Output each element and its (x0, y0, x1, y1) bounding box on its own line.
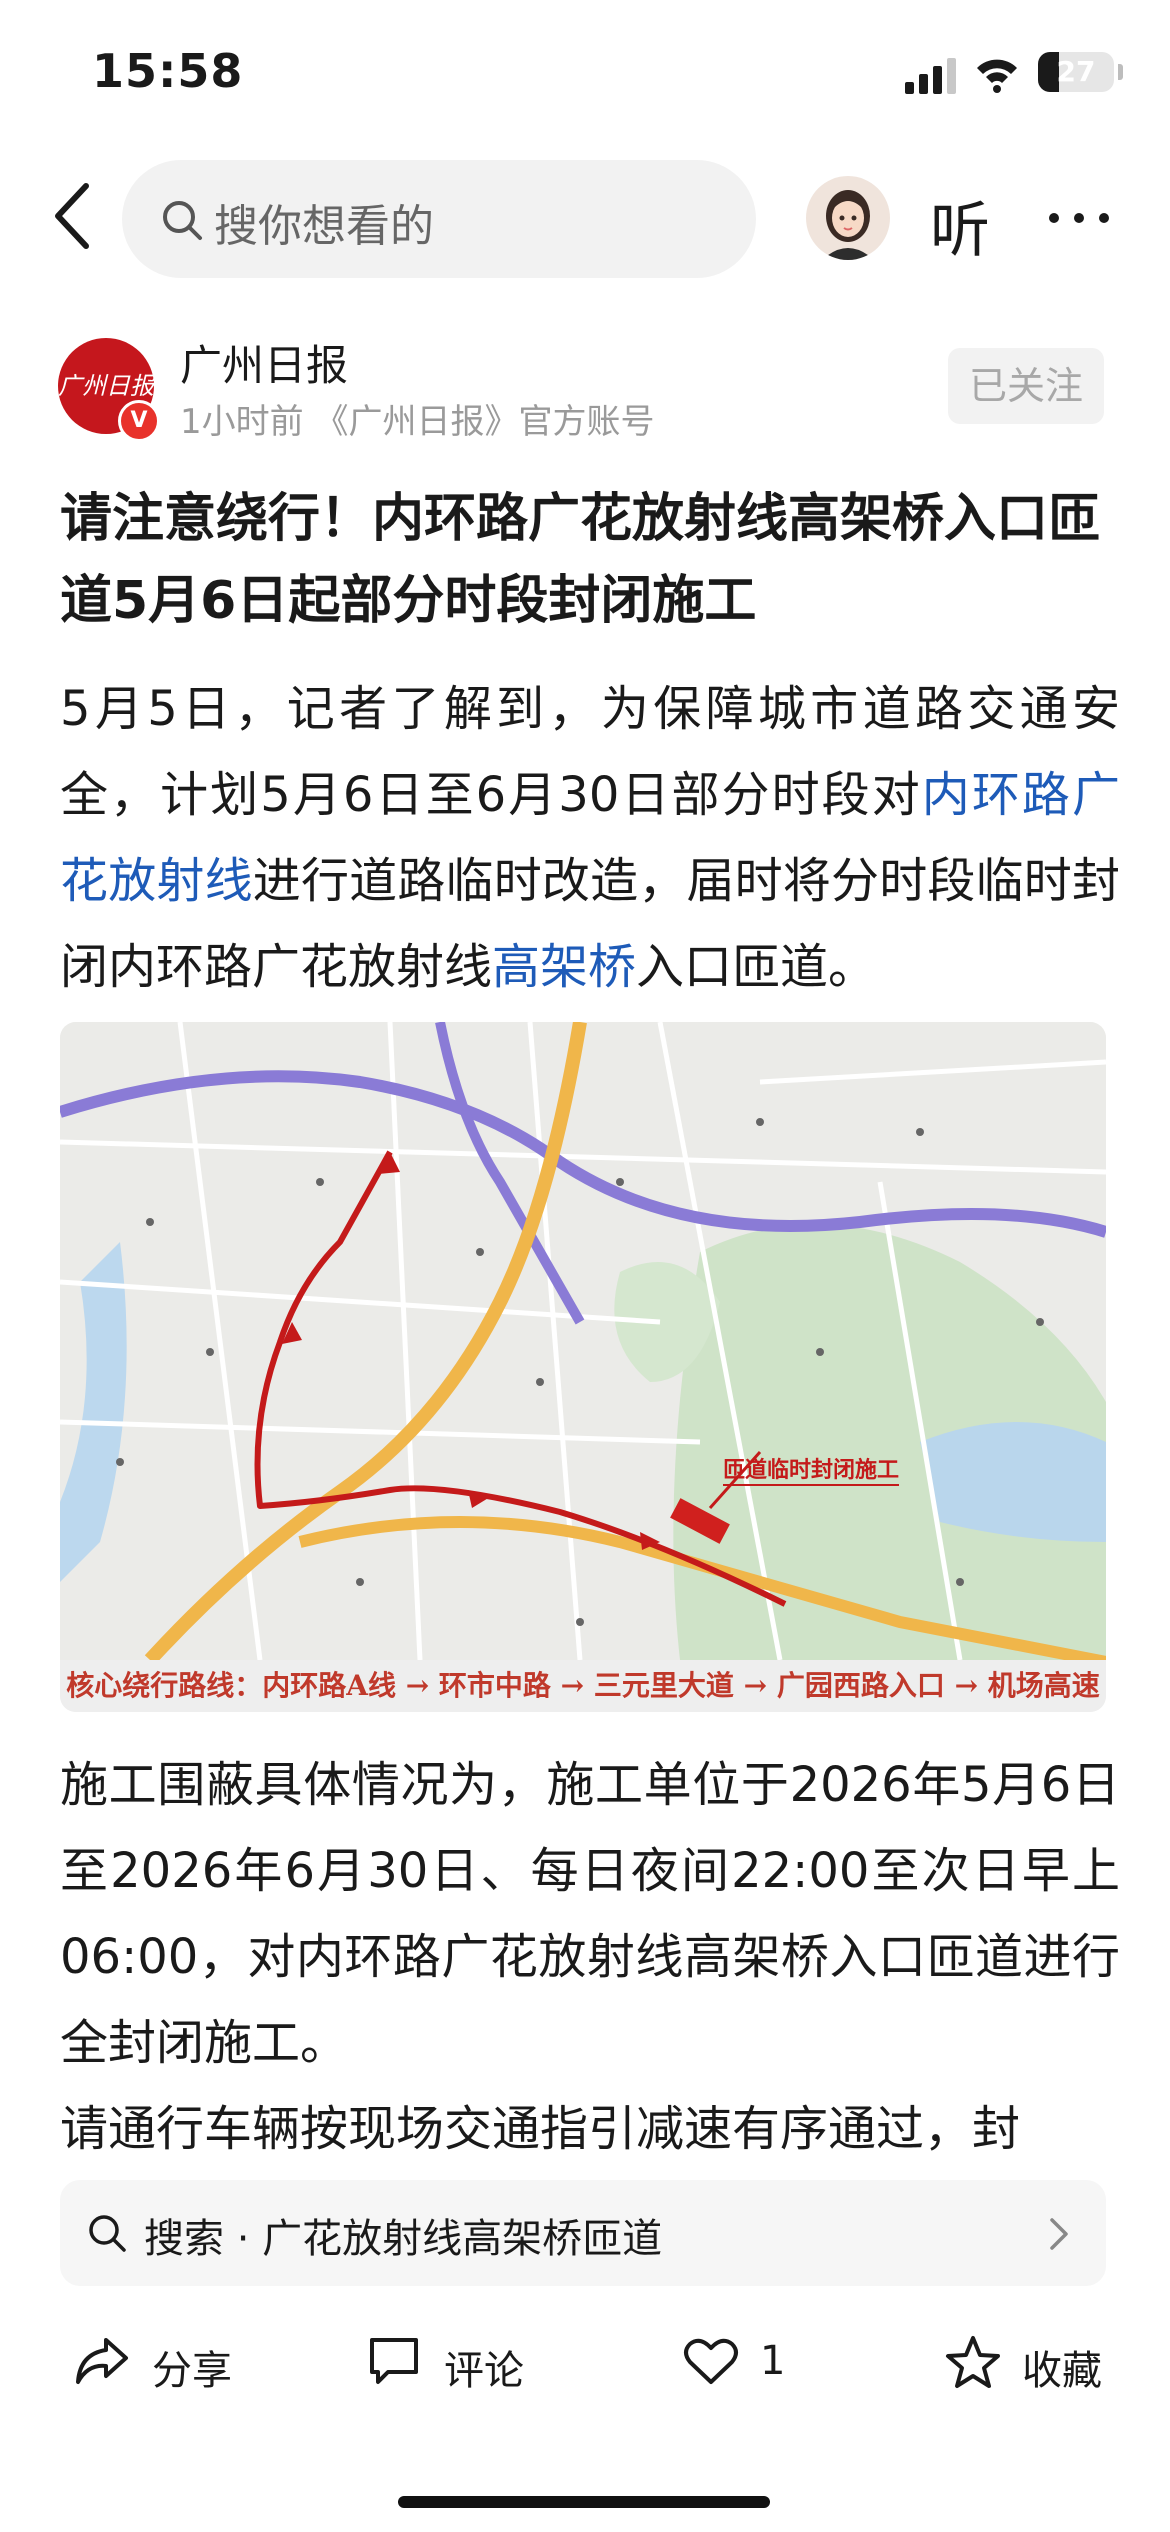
share-icon (76, 2338, 128, 2384)
status-time: 15:58 (92, 44, 244, 98)
author-meta: 1小时前 《广州日报》官方账号 (180, 402, 655, 442)
map-image[interactable]: 匝道临时封闭施工 核心绕行路线：内环路A线 → 环市中路 → 三元里大道 → 广… (60, 1022, 1106, 1712)
article-paragraph-2: 施工围蔽具体情况为，施工单位于2026年5月6日至2026年6月30日、每日夜间… (60, 1757, 1120, 2071)
like-button[interactable]: 1 (682, 2310, 822, 2410)
listen-button[interactable]: 听 (930, 182, 990, 269)
assistant-avatar[interactable] (806, 176, 890, 260)
comment-icon (370, 2338, 418, 2384)
author-name[interactable]: 广州日报 (180, 332, 348, 393)
battery-icon: 27 (1038, 52, 1114, 92)
more-icon[interactable] (1046, 210, 1112, 226)
article-title: 请注意绕行！内环路广花放射线高架桥入口匝道5月6日起部分时段封闭施工 (60, 489, 1101, 631)
share-label: 分享 (152, 2348, 232, 2394)
author-logo: 广州日报 (58, 372, 154, 400)
cellular-signal-icon (905, 58, 956, 94)
search-icon (89, 2215, 126, 2252)
battery-level: 27 (1056, 55, 1096, 88)
star-icon (946, 2336, 1000, 2388)
wifi-icon (977, 59, 1017, 93)
avatar-illustration (822, 190, 874, 260)
chevron-right-icon (1050, 2218, 1068, 2250)
article-paragraph-3: 请通行车辆按现场交通指引减速有序通过，封 (60, 2101, 1021, 2157)
share-button[interactable]: 分享 (74, 2310, 274, 2410)
like-count: 1 (760, 2338, 786, 2384)
favorite-button[interactable]: 收藏 (944, 2310, 1144, 2410)
follow-button[interactable]: 已关注 (948, 348, 1104, 424)
map-graphic (60, 1022, 1106, 1660)
suggestion-text: 搜索 · 广花放射线高架桥匝道 (144, 2216, 663, 2262)
map-closure-annotation: 匝道临时封闭施工 (723, 1452, 900, 1486)
search-icon (163, 201, 202, 240)
comment-label: 评论 (444, 2348, 524, 2394)
status-bar: 15:58 27 (0, 0, 1170, 150)
inline-link-viaduct[interactable]: 高架桥 (492, 939, 636, 995)
bottom-action-bar: 分享 评论 1 收藏 (0, 2310, 1170, 2410)
back-icon[interactable] (48, 180, 96, 252)
article-paragraph-1: 5月5日，记者了解到，为保障城市道路交通安全，计划5月6日至6月30日部分时段对… (60, 666, 1120, 1010)
verified-badge: V (118, 400, 160, 442)
heart-icon (684, 2338, 738, 2384)
home-indicator (398, 2496, 770, 2508)
paragraph-text: 入口匝道。 (636, 939, 877, 995)
map-caption: 核心绕行路线：内环路A线 → 环市中路 → 三元里大道 → 广园西路入口 → 机… (60, 1660, 1106, 1712)
search-input[interactable]: 搜你想看的 (122, 160, 756, 278)
favorite-label: 收藏 (1022, 2348, 1102, 2394)
search-placeholder: 搜你想看的 (214, 201, 434, 252)
battery-tip (1118, 64, 1123, 80)
comment-button[interactable]: 评论 (366, 2310, 566, 2410)
related-search-suggestion[interactable]: 搜索 · 广花放射线高架桥匝道 (60, 2180, 1106, 2286)
